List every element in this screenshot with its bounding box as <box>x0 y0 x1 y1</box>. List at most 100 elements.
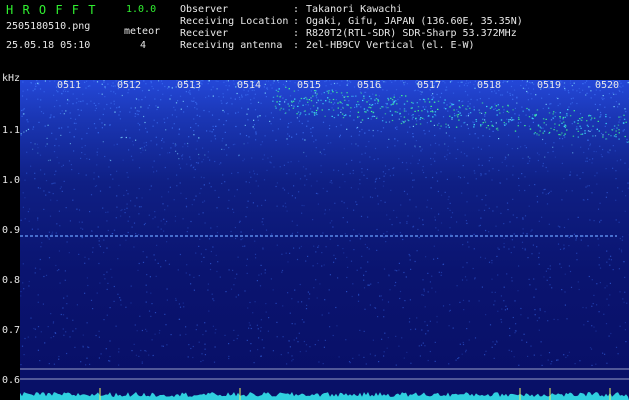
noise-speck <box>209 130 211 132</box>
noise-speck <box>398 269 400 271</box>
noise-speck <box>606 261 608 263</box>
noise-speck <box>138 167 141 169</box>
noise-speck <box>272 130 274 132</box>
noise-speck <box>177 269 179 271</box>
noise-speck <box>250 343 252 345</box>
noise-speck <box>599 267 602 269</box>
noise-speck <box>333 261 335 263</box>
noise-speck <box>317 203 319 205</box>
noise-speck <box>410 162 412 164</box>
noise-speck <box>419 146 421 148</box>
noise-speck <box>440 92 443 94</box>
noise-speck <box>367 261 369 263</box>
noise-speck <box>179 182 181 184</box>
noise-speck <box>409 259 411 261</box>
noise-speck <box>287 161 289 163</box>
noise-speck <box>335 258 337 260</box>
noise-speck <box>420 93 422 95</box>
noise-speck <box>617 106 619 108</box>
noise-speck <box>433 124 435 126</box>
signal-speck <box>403 108 406 110</box>
noise-speck <box>449 81 452 83</box>
noise-speck <box>389 80 391 82</box>
signal-speck <box>411 101 413 104</box>
noise-speck <box>622 130 624 132</box>
signal-speck <box>316 93 318 95</box>
noise-speck <box>412 125 414 127</box>
noise-speck <box>240 231 242 233</box>
noise-speck <box>301 212 303 214</box>
noise-speck <box>55 138 57 140</box>
noise-speck <box>95 185 98 187</box>
noise-speck <box>210 250 212 253</box>
noise-speck <box>430 144 432 146</box>
signal-speck <box>615 130 617 132</box>
noise-speck <box>171 87 173 89</box>
noise-speck <box>512 94 514 96</box>
noise-speck <box>101 93 103 95</box>
noise-speck <box>504 309 506 311</box>
noise-speck <box>62 307 64 309</box>
noise-speck <box>303 340 305 343</box>
noise-speck <box>198 245 200 247</box>
noise-speck <box>270 84 272 86</box>
noise-speck <box>188 344 190 346</box>
noise-speck <box>294 197 296 199</box>
noise-speck <box>134 324 136 326</box>
noise-speck <box>44 173 46 175</box>
signal-speck <box>497 129 499 131</box>
signal-speck <box>377 99 379 101</box>
noise-speck <box>590 348 593 350</box>
noise-speck <box>474 277 476 279</box>
signal-speck <box>584 130 586 132</box>
noise-speck <box>59 188 61 190</box>
noise-speck <box>291 232 294 234</box>
signal-speck <box>591 117 593 119</box>
noise-speck <box>156 122 158 124</box>
noise-speck <box>499 182 502 184</box>
noise-speck <box>200 188 202 190</box>
noise-speck <box>67 90 69 93</box>
noise-speck <box>146 330 148 332</box>
noise-speck <box>142 251 144 253</box>
noise-speck <box>186 231 188 233</box>
noise-speck <box>212 129 215 131</box>
noise-speck <box>58 127 60 129</box>
noise-speck <box>260 264 262 266</box>
noise-speck <box>420 150 422 152</box>
noise-speck <box>186 264 188 266</box>
noise-speck <box>204 343 206 345</box>
noise-speck <box>77 109 79 111</box>
noise-speck <box>122 159 124 161</box>
noise-speck <box>472 121 474 123</box>
signal-speck <box>580 133 582 135</box>
signal-speck <box>288 109 290 111</box>
noise-speck <box>118 184 120 187</box>
signal-speck <box>550 127 552 129</box>
noise-speck <box>568 265 570 267</box>
noise-speck <box>358 134 360 136</box>
signal-speck <box>526 107 528 110</box>
noise-speck <box>195 162 198 164</box>
noise-speck <box>559 263 561 265</box>
noise-speck <box>166 117 169 119</box>
noise-speck <box>134 115 136 117</box>
noise-speck <box>130 155 133 157</box>
signal-speck <box>368 106 370 108</box>
noise-speck <box>434 216 436 218</box>
noise-speck <box>24 218 26 220</box>
noise-speck <box>434 134 436 137</box>
noise-speck <box>298 247 301 249</box>
noise-speck <box>542 107 544 110</box>
noise-speck <box>40 111 43 113</box>
noise-speck <box>303 205 305 207</box>
noise-speck <box>405 110 407 112</box>
noise-speck <box>290 121 292 123</box>
noise-speck <box>331 182 333 184</box>
noise-speck <box>154 312 157 314</box>
noise-speck <box>69 220 71 222</box>
noise-speck <box>579 360 581 362</box>
noise-speck <box>395 335 397 337</box>
noise-speck <box>254 240 256 242</box>
noise-speck <box>480 256 482 258</box>
